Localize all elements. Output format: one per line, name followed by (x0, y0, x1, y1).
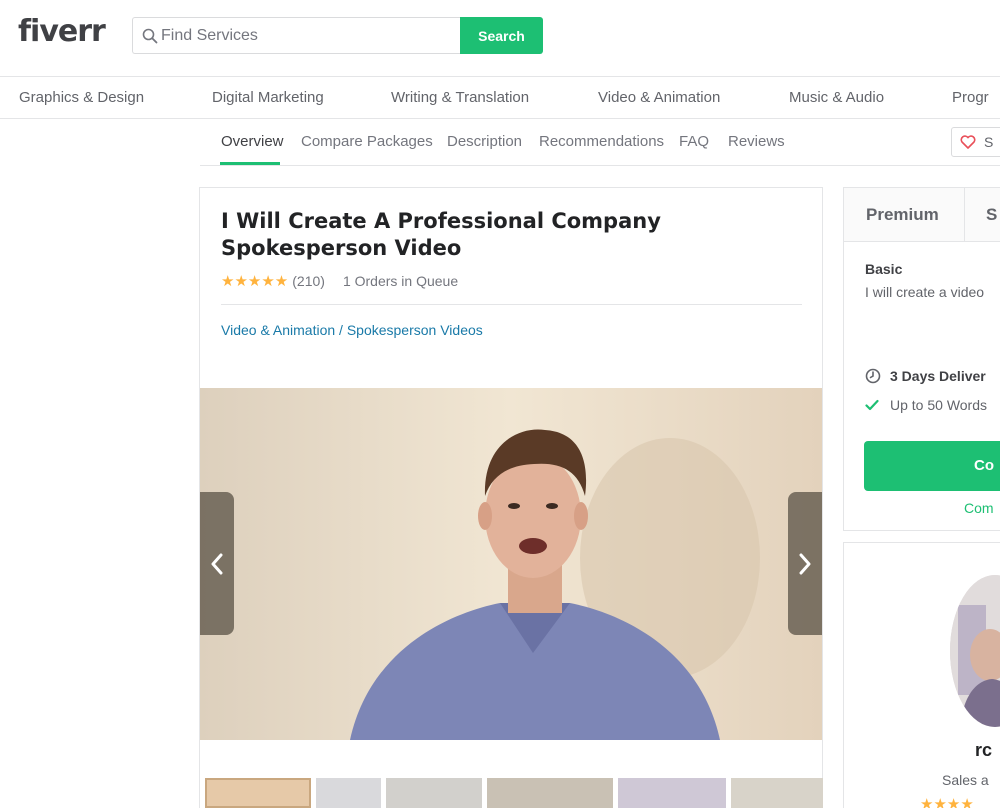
delivery-time: 3 Days Deliver (865, 368, 986, 384)
breadcrumb-subcategory[interactable]: Spokesperson Videos (347, 322, 483, 338)
tab-faq[interactable]: FAQ (679, 133, 709, 150)
tab-premium[interactable]: Premium (866, 205, 939, 225)
thumbnail-6[interactable] (731, 778, 823, 808)
clock-icon (865, 368, 881, 384)
seller-photo (950, 575, 1000, 727)
breadcrumb-category[interactable]: Video & Animation (221, 322, 335, 338)
orders-in-queue: 1 Orders in Queue (342, 273, 459, 289)
rating-row: ★★★★★ (210) 1 Orders in Queue (221, 272, 458, 290)
chevron-left-icon (211, 553, 223, 574)
check-icon (865, 399, 879, 411)
site-header: fiverr Find Services Search (0, 0, 1000, 77)
search-icon (142, 28, 158, 44)
heart-icon (960, 135, 976, 149)
seller-card: rc Sales a ★★★★ (843, 542, 1000, 808)
active-tab-indicator (220, 162, 280, 165)
breadcrumb: Video & Animation / Spokesperson Videos (221, 322, 483, 338)
previous-slide-button[interactable] (200, 492, 234, 635)
category-graphics-design[interactable]: Graphics & Design (19, 89, 144, 106)
tab-standard[interactable]: S (986, 205, 997, 225)
save-label: S (984, 134, 994, 150)
category-programming[interactable]: Progr (952, 89, 989, 106)
tab-overview[interactable]: Overview (221, 133, 284, 150)
delivery-label: 3 Days Deliver (890, 368, 986, 384)
gig-section-nav: Overview Compare Packages Description Re… (200, 119, 1000, 166)
gig-title: I Will Create A Professional Company Spo… (221, 209, 661, 260)
rating-count[interactable]: (210) (292, 273, 325, 289)
thumbnail-1[interactable] (205, 778, 311, 808)
next-slide-button[interactable] (788, 492, 822, 635)
thumbnail-3[interactable] (386, 778, 482, 808)
tab-reviews[interactable]: Reviews (728, 133, 785, 150)
rating-stars: ★★★★★ (221, 273, 289, 290)
divider (221, 304, 802, 305)
package-description: I will create a video (865, 284, 985, 300)
package-feature: Up to 50 Words (865, 397, 987, 413)
tab-recommendations[interactable]: Recommendations (539, 133, 664, 150)
thumbnail-4[interactable] (487, 778, 613, 808)
category-video-animation[interactable]: Video & Animation (598, 89, 720, 106)
feature-label: Up to 50 Words (890, 397, 988, 413)
thumbnail-2[interactable] (316, 778, 381, 808)
thumbnail-strip (205, 778, 825, 808)
tab-compare-packages[interactable]: Compare Packages (301, 133, 433, 150)
breadcrumb-separator: / (335, 322, 347, 338)
spokesperson-video-frame (200, 388, 822, 740)
search-input-box[interactable]: Find Services (132, 17, 461, 54)
search-input[interactable]: Find Services (161, 27, 258, 45)
category-music-audio[interactable]: Music & Audio (789, 89, 884, 106)
category-digital-marketing[interactable]: Digital Marketing (212, 89, 324, 106)
tab-separator (964, 188, 965, 242)
gig-video-player[interactable] (200, 388, 822, 740)
seller-name[interactable]: rc (975, 740, 992, 761)
search-button[interactable]: Search (460, 17, 543, 54)
package-name: Basic (865, 261, 903, 277)
continue-button[interactable]: Co (864, 441, 1000, 491)
category-writing-translation[interactable]: Writing & Translation (391, 89, 529, 106)
continue-label: Co (974, 457, 994, 474)
gig-overview-card: I Will Create A Professional Company Spo… (199, 187, 823, 808)
category-nav: Graphics & Design Digital Marketing Writ… (0, 77, 1000, 119)
avatar[interactable] (950, 575, 1000, 727)
thumbnail-5[interactable] (618, 778, 726, 808)
compare-packages-link[interactable]: Com (964, 500, 994, 516)
chevron-right-icon (799, 553, 811, 574)
seller-role: Sales a (942, 772, 989, 788)
save-button[interactable]: S (951, 127, 1000, 157)
fiverr-logo[interactable]: fiverr (18, 14, 106, 49)
package-panel: Premium S Basic I will create a video 3 … (843, 187, 1000, 531)
seller-rating-stars: ★★★★ (920, 796, 974, 808)
search-bar: Find Services Search (132, 17, 543, 54)
tab-description[interactable]: Description (447, 133, 522, 150)
package-tabs: Premium S (844, 188, 1000, 242)
